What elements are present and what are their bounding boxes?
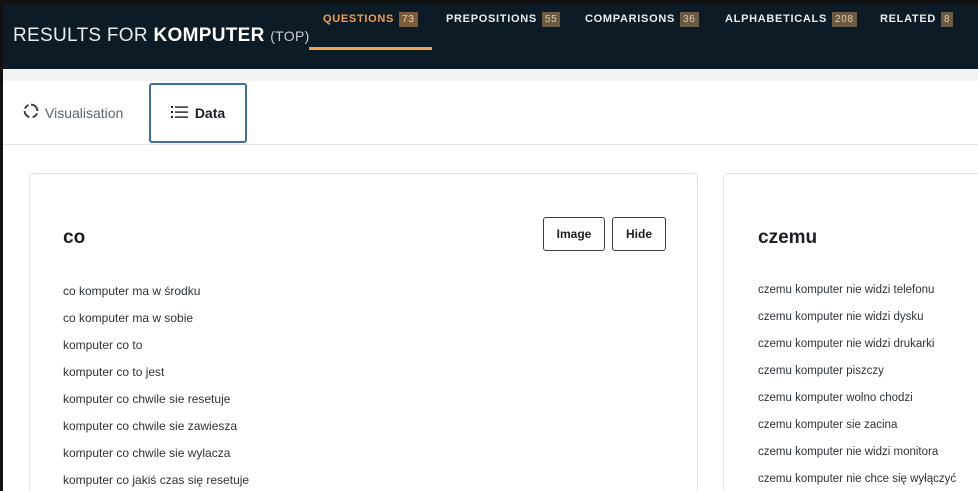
list-icon: [170, 105, 188, 122]
list-item[interactable]: komputer co to: [63, 338, 249, 365]
result-card-co: co Image Hide co komputer ma w środku co…: [29, 173, 698, 491]
tab-prepositions[interactable]: PREPOSITIONS 55: [446, 12, 561, 43]
title-suffix: (TOP): [270, 28, 310, 44]
results-area: co Image Hide co komputer ma w środku co…: [3, 146, 978, 491]
question-list: co komputer ma w środku co komputer ma w…: [63, 284, 249, 491]
header-divider-band: [3, 69, 978, 81]
tab-label: RELATED: [880, 13, 937, 25]
tab-label: PREPOSITIONS: [446, 13, 537, 25]
tab-count-badge: 208: [832, 12, 857, 27]
view-toggle-bar: Visualisation Data: [3, 81, 978, 145]
result-card-czemu: czemu czemu komputer nie widzi telefonu …: [723, 173, 978, 491]
list-item[interactable]: komputer co jakiś czas się resetuje: [63, 473, 249, 491]
tab-label: ALPHABETICALS: [725, 13, 827, 25]
list-item[interactable]: komputer co chwile sie resetuje: [63, 392, 249, 419]
page-title: RESULTS FOR KOMPUTER (TOP): [13, 25, 310, 47]
list-item[interactable]: komputer co chwile sie wylacza: [63, 446, 249, 473]
tab-alphabeticals[interactable]: ALPHABETICALS 208: [725, 12, 857, 43]
app-window: RESULTS FOR KOMPUTER (TOP) QUESTIONS 73 …: [0, 0, 978, 491]
tab-comparisons[interactable]: COMPARISONS 36: [585, 12, 699, 43]
circle-dashed-icon: [23, 103, 39, 122]
tab-label: COMPARISONS: [585, 13, 676, 25]
list-item[interactable]: co komputer ma w środku: [63, 284, 249, 311]
top-bar: RESULTS FOR KOMPUTER (TOP) QUESTIONS 73 …: [3, 3, 978, 69]
tab-label: QUESTIONS: [323, 13, 395, 25]
search-keyword: KOMPUTER: [153, 25, 265, 46]
list-item[interactable]: czemu komputer nie widzi telefonu: [758, 284, 956, 311]
active-tab-indicator: [309, 47, 432, 50]
data-label: Data: [194, 105, 226, 121]
tab-related[interactable]: RELATED 8: [880, 12, 954, 43]
image-button[interactable]: Image: [543, 217, 605, 251]
card-title: co: [63, 227, 86, 248]
list-item[interactable]: czemu komputer nie widzi dysku: [758, 311, 956, 338]
list-item[interactable]: czemu komputer wolno chodzi: [758, 392, 956, 419]
list-item[interactable]: czemu komputer nie widzi drukarki: [758, 338, 956, 365]
list-item[interactable]: czemu komputer piszczy: [758, 365, 956, 392]
title-prefix: RESULTS FOR: [13, 25, 154, 46]
visualisation-toggle[interactable]: Visualisation: [23, 103, 123, 122]
tab-questions[interactable]: QUESTIONS 73: [323, 12, 418, 43]
tab-count-badge: 36: [680, 12, 699, 27]
list-item[interactable]: komputer co to jest: [63, 365, 249, 392]
hide-button[interactable]: Hide: [612, 217, 666, 251]
list-item[interactable]: komputer co chwile sie zawiesza: [63, 419, 249, 446]
list-item[interactable]: czemu komputer nie widzi monitora: [758, 446, 956, 473]
list-item[interactable]: czemu komputer nie chce się wyłączyć: [758, 473, 956, 491]
card-title: czemu: [758, 227, 818, 248]
tab-count-badge: 55: [541, 12, 561, 27]
question-list: czemu komputer nie widzi telefonu czemu …: [758, 284, 956, 491]
list-item[interactable]: co komputer ma w sobie: [63, 311, 249, 338]
visualisation-label: Visualisation: [45, 104, 124, 121]
tab-count-badge: 73: [399, 12, 418, 27]
list-item[interactable]: czemu komputer sie zacina: [758, 419, 956, 446]
data-toggle[interactable]: Data: [149, 83, 247, 143]
tab-count-badge: 8: [941, 12, 954, 27]
